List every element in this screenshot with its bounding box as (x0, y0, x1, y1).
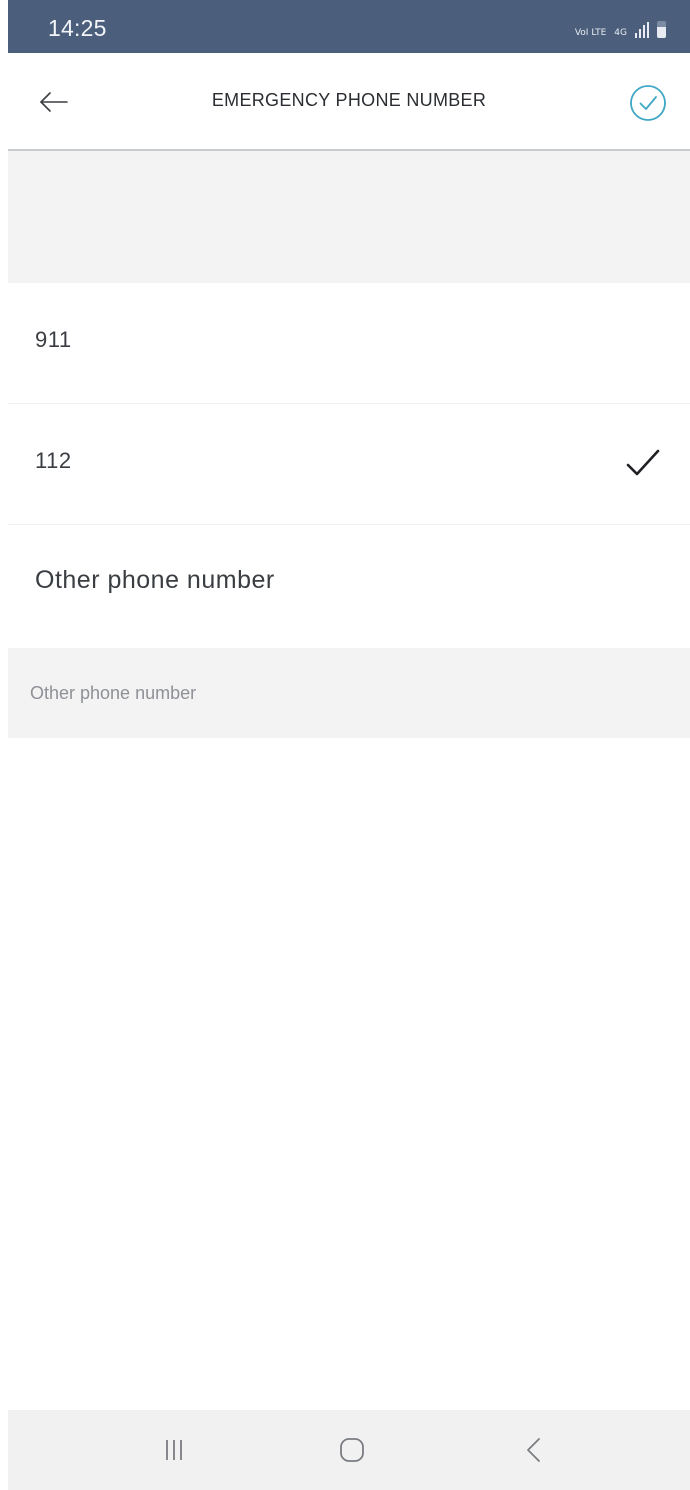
top-app-bar: EMERGENCY PHONE NUMBER (8, 53, 690, 151)
status-time: 14:25 (48, 15, 107, 41)
network-type-icon: VoI LTE (574, 28, 607, 38)
confirm-button[interactable] (628, 83, 668, 123)
battery-icon (657, 21, 666, 38)
option-label: 911 (35, 327, 72, 352)
option-label: 112 (35, 448, 72, 473)
circle-check-icon (630, 85, 666, 121)
signal-strength-icon (635, 22, 649, 38)
other-phone-number-input[interactable] (30, 676, 650, 710)
back-chevron-icon (527, 1438, 540, 1462)
status-icons: VoI LTE 4G (575, 18, 666, 38)
home-button[interactable] (332, 1430, 372, 1470)
status-bar: 14:25 VoI LTE 4G (8, 0, 690, 53)
check-icon (626, 449, 660, 476)
home-icon (340, 1438, 364, 1462)
option-label: Other phone number (35, 566, 275, 594)
recents-button[interactable] (154, 1430, 194, 1470)
option-other-phone-number[interactable]: Other phone number (8, 525, 690, 648)
system-navigation-bar (8, 1410, 690, 1490)
other-phone-input-row (8, 648, 690, 738)
system-back-button[interactable] (514, 1430, 554, 1470)
page-title: EMERGENCY PHONE NUMBER (211, 90, 487, 110)
app-screen: 14:25 VoI LTE 4G EMERGENCY PHONE NUMBER (8, 0, 690, 1490)
recents-icon (166, 1440, 182, 1460)
section-spacer (8, 151, 690, 283)
option-112[interactable]: 112 (8, 404, 690, 525)
data-type-icon: 4G (614, 28, 627, 38)
option-911[interactable]: 911 (8, 283, 690, 404)
